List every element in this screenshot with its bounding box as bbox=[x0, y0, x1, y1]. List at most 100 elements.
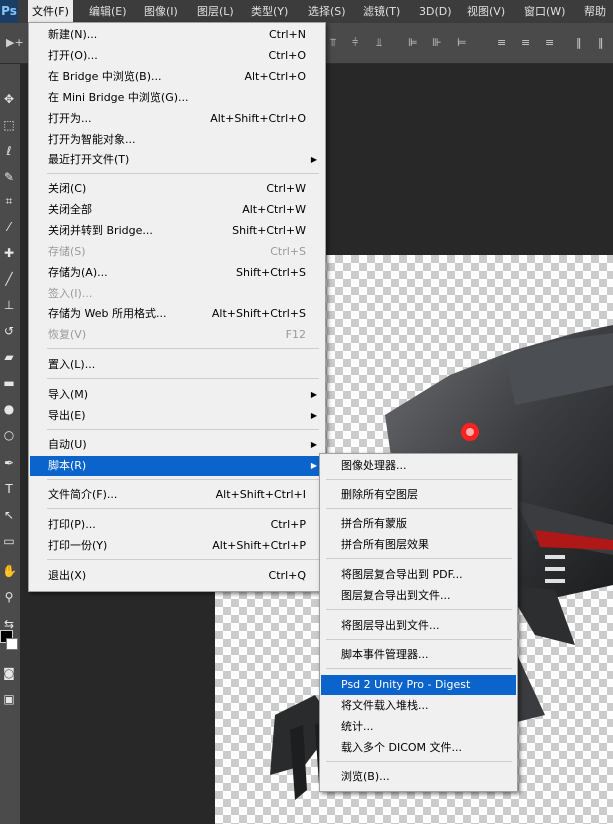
path-selection-tool-icon[interactable]: ↖ bbox=[2, 508, 16, 522]
align-bottom-icon[interactable]: ⫫ bbox=[376, 36, 382, 50]
gradient-tool-icon[interactable]: ▬ bbox=[2, 376, 16, 390]
marquee-tool-icon[interactable]: ⬚ bbox=[2, 118, 16, 132]
file-menu-save-for-web[interactable]: 存储为 Web 所用格式... Alt+Shift+Ctrl+S bbox=[30, 304, 324, 324]
clone-stamp-tool-icon[interactable]: ⊥ bbox=[2, 298, 16, 312]
move-tool-icon[interactable]: ✥ bbox=[2, 92, 16, 106]
type-tool-icon[interactable]: T bbox=[2, 482, 16, 496]
scripts-submenu: 图像处理器... 删除所有空图层 拼合所有蒙版 拼合所有图层效果 将图层复合导出… bbox=[319, 453, 518, 792]
file-menu-open-as[interactable]: 打开为... Alt+Shift+Ctrl+O bbox=[30, 109, 324, 129]
brush-tool-icon[interactable]: ╱ bbox=[2, 272, 16, 286]
menu-separator bbox=[47, 479, 319, 480]
menu-item-shortcut: Shift+Ctrl+W bbox=[232, 224, 306, 237]
menu-help[interactable]: 帮助 bbox=[584, 0, 606, 23]
file-menu-new[interactable]: 新建(N)... Ctrl+N bbox=[30, 25, 324, 45]
eyedropper-tool-icon[interactable]: ⁄ bbox=[2, 220, 16, 234]
file-menu-open[interactable]: 打开(O)... Ctrl+O bbox=[30, 46, 324, 66]
distribute-hcenter-icon[interactable]: ‖ bbox=[598, 36, 604, 49]
script-layer-comps-to-files[interactable]: 图层复合导出到文件... bbox=[321, 586, 516, 606]
file-menu-automate[interactable]: 自动(U) ▶ bbox=[30, 435, 324, 455]
script-delete-empty-layers[interactable]: 删除所有空图层 bbox=[321, 485, 516, 505]
zoom-tool-icon[interactable]: ⚲ bbox=[2, 590, 16, 604]
move-tool-preset-icon[interactable]: ▶+ bbox=[6, 36, 24, 49]
script-statistics[interactable]: 统计... bbox=[321, 717, 516, 737]
script-load-multiple-dicom[interactable]: 载入多个 DICOM 文件... bbox=[321, 738, 516, 758]
file-menu-close-all[interactable]: 关闭全部 Alt+Ctrl+W bbox=[30, 200, 324, 220]
align-vcenter-icon[interactable]: ⫩ bbox=[352, 36, 358, 50]
file-menu-save[interactable]: 存储(S) Ctrl+S bbox=[30, 242, 324, 262]
menu-item-shortcut: Alt+Shift+Ctrl+I bbox=[215, 488, 306, 501]
file-menu-print-one-copy[interactable]: 打印一份(Y) Alt+Shift+Ctrl+P bbox=[30, 536, 324, 556]
menu-item-label: 打印(P)... bbox=[48, 518, 96, 531]
script-events-manager[interactable]: 脚本事件管理器... bbox=[321, 645, 516, 665]
menu-edit[interactable]: 编辑(E) bbox=[89, 0, 127, 23]
distribute-top-icon[interactable]: ≡ bbox=[497, 36, 506, 49]
distribute-left-icon[interactable]: ‖ bbox=[576, 36, 582, 49]
file-menu-browse-mini-bridge[interactable]: 在 Mini Bridge 中浏览(G)... bbox=[30, 88, 324, 108]
script-image-processor[interactable]: 图像处理器... bbox=[321, 456, 516, 476]
menu-item-label: 存储为(A)... bbox=[48, 266, 108, 279]
align-left-icon[interactable]: ⊫ bbox=[408, 36, 418, 49]
file-menu-place[interactable]: 置入(L)... bbox=[30, 355, 324, 375]
menu-filter[interactable]: 滤镜(T) bbox=[363, 0, 400, 23]
lasso-tool-icon[interactable]: ℓ bbox=[2, 144, 16, 158]
file-menu-recent-files[interactable]: 最近打开文件(T) ▶ bbox=[30, 150, 324, 170]
file-menu-check-in[interactable]: 签入(I)... bbox=[30, 284, 324, 304]
menu-item-label: 签入(I)... bbox=[48, 287, 93, 300]
menu-separator bbox=[47, 378, 319, 379]
script-export-layers-to-files[interactable]: 将图层导出到文件... bbox=[321, 616, 516, 636]
file-menu-revert[interactable]: 恢复(V) F12 bbox=[30, 325, 324, 345]
menu-select[interactable]: 选择(S) bbox=[308, 0, 346, 23]
script-layer-comps-to-pdf[interactable]: 将图层复合导出到 PDF... bbox=[321, 565, 516, 585]
menu-3d[interactable]: 3D(D) bbox=[419, 0, 452, 23]
healing-brush-tool-icon[interactable]: ✚ bbox=[2, 246, 16, 260]
menu-item-shortcut: Alt+Shift+Ctrl+P bbox=[212, 539, 306, 552]
menu-view[interactable]: 视图(V) bbox=[467, 0, 505, 23]
dodge-tool-icon[interactable]: ○ bbox=[2, 428, 16, 442]
file-menu-close-go-bridge[interactable]: 关闭并转到 Bridge... Shift+Ctrl+W bbox=[30, 221, 324, 241]
menu-item-label: 图层复合导出到文件... bbox=[341, 589, 451, 602]
menu-separator bbox=[326, 639, 512, 640]
blur-tool-icon[interactable]: ● bbox=[2, 402, 16, 416]
shape-tool-icon[interactable]: ▭ bbox=[2, 534, 16, 548]
file-menu-exit[interactable]: 退出(X) Ctrl+Q bbox=[30, 566, 324, 586]
file-menu-export[interactable]: 导出(E) ▶ bbox=[30, 406, 324, 426]
menu-bar: Ps 文件(F) 编辑(E) 图像(I) 图层(L) 类型(Y) 选择(S) 滤… bbox=[0, 0, 613, 24]
script-browse[interactable]: 浏览(B)... bbox=[321, 767, 516, 787]
menu-layer[interactable]: 图层(L) bbox=[197, 0, 234, 23]
file-menu-import[interactable]: 导入(M) ▶ bbox=[30, 385, 324, 405]
menu-image[interactable]: 图像(I) bbox=[144, 0, 178, 23]
background-color-swatch[interactable] bbox=[6, 638, 18, 650]
menu-item-shortcut: Alt+Shift+Ctrl+S bbox=[211, 307, 306, 320]
script-psd2unity-digest[interactable]: Psd 2 Unity Pro - Digest bbox=[321, 675, 516, 695]
pen-tool-icon[interactable]: ✒ bbox=[2, 456, 16, 470]
file-menu-save-as[interactable]: 存储为(A)... Shift+Ctrl+S bbox=[30, 263, 324, 283]
file-menu-open-smart-object[interactable]: 打开为智能对象... bbox=[30, 130, 324, 150]
align-hcenter-icon[interactable]: ⊪ bbox=[432, 36, 442, 49]
distribute-bottom-icon[interactable]: ≡ bbox=[545, 36, 554, 49]
file-menu-close[interactable]: 关闭(C) Ctrl+W bbox=[30, 179, 324, 199]
script-load-files-into-stack[interactable]: 将文件载入堆栈... bbox=[321, 696, 516, 716]
file-menu-browse-bridge[interactable]: 在 Bridge 中浏览(B)... Alt+Ctrl+O bbox=[30, 67, 324, 87]
align-top-icon[interactable]: ⫪ bbox=[330, 36, 336, 50]
menu-item-label: 脚本(R) bbox=[48, 459, 87, 472]
screen-mode-icon[interactable]: ▣ bbox=[2, 692, 16, 706]
distribute-vcenter-icon[interactable]: ≡ bbox=[521, 36, 530, 49]
menu-file[interactable]: 文件(F) bbox=[28, 0, 73, 23]
menu-window[interactable]: 窗口(W) bbox=[524, 0, 565, 23]
crop-tool-icon[interactable]: ⌗ bbox=[2, 194, 16, 208]
eraser-tool-icon[interactable]: ▰ bbox=[2, 350, 16, 364]
history-brush-tool-icon[interactable]: ↺ bbox=[2, 324, 16, 338]
file-menu-print[interactable]: 打印(P)... Ctrl+P bbox=[30, 515, 324, 535]
file-menu-scripts[interactable]: 脚本(R) ▶ bbox=[30, 456, 324, 476]
quick-select-tool-icon[interactable]: ✎ bbox=[2, 170, 16, 184]
swap-colors-icon[interactable]: ⇆ bbox=[2, 617, 16, 631]
file-menu-file-info[interactable]: 文件简介(F)... Alt+Shift+Ctrl+I bbox=[30, 485, 324, 505]
menu-type[interactable]: 类型(Y) bbox=[251, 0, 288, 23]
menu-separator bbox=[47, 348, 319, 349]
submenu-arrow-icon: ▶ bbox=[310, 155, 317, 164]
script-flatten-layer-effects[interactable]: 拼合所有图层效果 bbox=[321, 535, 516, 555]
quick-mask-icon[interactable]: ◙ bbox=[2, 666, 16, 680]
align-right-icon[interactable]: ⊨ bbox=[457, 36, 467, 49]
script-flatten-masks[interactable]: 拼合所有蒙版 bbox=[321, 514, 516, 534]
hand-tool-icon[interactable]: ✋ bbox=[2, 564, 17, 578]
